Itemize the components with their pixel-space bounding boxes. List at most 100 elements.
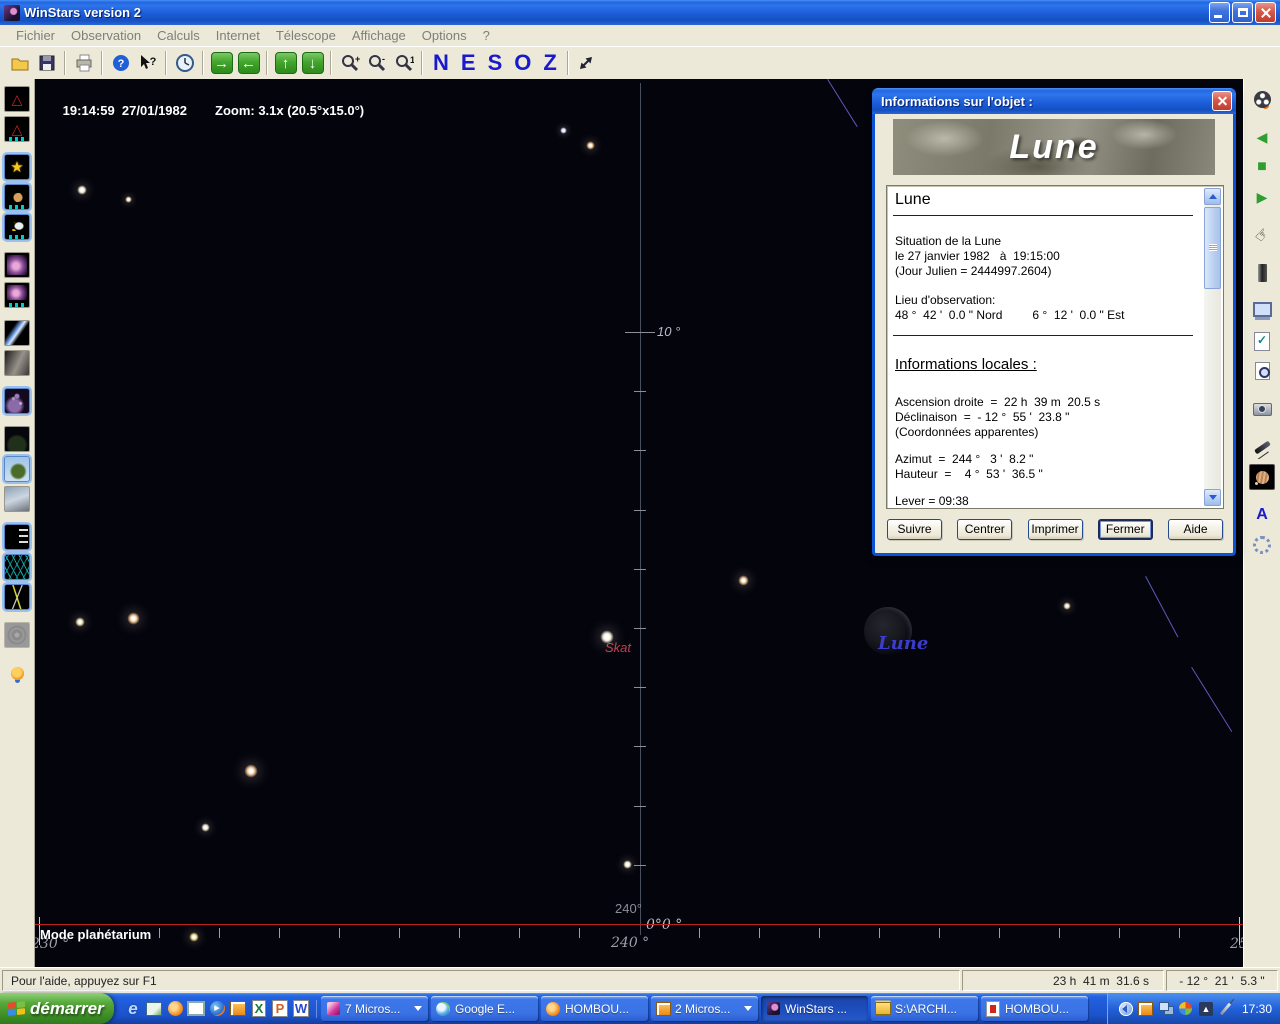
zoom-out-icon[interactable]: - — [363, 50, 390, 77]
scroll-up-icon[interactable] — [1204, 188, 1221, 205]
ecliptic-line-icon[interactable] — [4, 584, 30, 610]
scroll-thumb[interactable] — [1204, 207, 1221, 289]
info-scrollbar[interactable] — [1204, 188, 1221, 506]
telescope-icon[interactable] — [1249, 434, 1275, 460]
constellation-lines-icon[interactable] — [4, 86, 30, 112]
direction-n-button[interactable]: N — [427, 50, 455, 76]
pan-diagonal-icon[interactable] — [573, 50, 600, 77]
tips-icon[interactable] — [4, 660, 30, 686]
satellites-icon[interactable] — [4, 214, 30, 240]
menu-item-5[interactable]: Affichage — [344, 28, 414, 43]
messenger-tray-icon[interactable] — [1178, 1001, 1194, 1017]
menu-item-4[interactable]: Télescope — [268, 28, 344, 43]
planets-icon[interactable] — [4, 184, 30, 210]
settings-icon[interactable] — [1249, 532, 1275, 558]
taskbar-button[interactable]: HOMBOU... — [541, 996, 648, 1021]
taskbar-button[interactable]: S:\ARCHI... — [871, 996, 978, 1021]
menu-item-1[interactable]: Observation — [63, 28, 149, 43]
centrer-button[interactable]: Centrer — [957, 519, 1012, 540]
outlook-icon[interactable] — [229, 1000, 247, 1018]
clock-icon[interactable] — [171, 50, 198, 77]
direction-z-button[interactable]: Z — [537, 50, 562, 76]
save-icon[interactable] — [33, 50, 60, 77]
stop-icon[interactable] — [1249, 154, 1275, 180]
firefox-icon[interactable] — [166, 1000, 184, 1018]
stylus-tray-icon[interactable] — [1218, 1001, 1234, 1017]
pointer-icon[interactable] — [1249, 222, 1275, 248]
restore-button[interactable] — [1232, 2, 1253, 23]
jupiter-icon[interactable] — [1249, 464, 1275, 490]
wmp-icon[interactable] — [208, 1000, 226, 1018]
play-icon[interactable] — [1249, 184, 1275, 210]
animation-icon[interactable] — [1249, 86, 1275, 112]
close-button[interactable] — [1255, 2, 1276, 23]
pan-down-icon[interactable]: ↓ — [299, 50, 326, 77]
menu-item-6[interactable]: Options — [414, 28, 475, 43]
chevron-tray-icon[interactable] — [1118, 1001, 1134, 1017]
tower-icon[interactable] — [1249, 260, 1275, 286]
fermer-button[interactable]: Fermer — [1098, 519, 1153, 540]
zoom-in-icon[interactable]: + — [336, 50, 363, 77]
ie-icon[interactable] — [124, 1000, 142, 1018]
group-caret-icon — [744, 1006, 752, 1011]
camera-icon[interactable] — [1249, 396, 1275, 422]
text-a-icon[interactable] — [1249, 502, 1275, 528]
computer-icon[interactable] — [1249, 298, 1275, 324]
network-tray-icon[interactable] — [1158, 1001, 1174, 1017]
landscape-night-icon[interactable] — [4, 426, 30, 452]
info-close-icon[interactable] — [1212, 91, 1232, 111]
altitude-scale-icon[interactable] — [4, 524, 30, 550]
pan-up-icon[interactable]: ↑ — [272, 50, 299, 77]
word-icon[interactable] — [292, 1000, 310, 1018]
taskbar-button[interactable]: 2 Micros... — [651, 996, 758, 1021]
atmosphere-icon[interactable] — [4, 486, 30, 512]
open-icon[interactable] — [6, 50, 33, 77]
suivre-button[interactable]: Suivre — [887, 519, 942, 540]
menu-item-3[interactable]: Internet — [208, 28, 268, 43]
title-bar[interactable]: WinStars version 2 — [0, 0, 1280, 25]
imprimer-button[interactable]: Imprimer — [1028, 519, 1083, 540]
outlook-tray-icon[interactable] — [1138, 1001, 1154, 1017]
search-doc-icon[interactable] — [1249, 358, 1275, 384]
checklist-icon[interactable] — [1249, 328, 1275, 354]
equatorial-grid-icon[interactable] — [4, 554, 30, 580]
excel-icon[interactable] — [250, 1000, 268, 1018]
toolbar-separator — [165, 51, 167, 75]
taskbar-button[interactable]: Google E... — [431, 996, 538, 1021]
start-button[interactable]: démarrer — [0, 993, 114, 1024]
menu-item-0[interactable]: Fichier — [8, 28, 63, 43]
window-icon[interactable] — [187, 1000, 205, 1018]
nebulae-labels-icon[interactable] — [4, 282, 30, 308]
menu-item-7[interactable]: ? — [475, 28, 498, 43]
milky-way-icon[interactable] — [4, 388, 30, 414]
antivirus-tray-icon[interactable] — [1198, 1001, 1214, 1017]
minimize-button[interactable] — [1209, 2, 1230, 23]
landscape-day-icon[interactable] — [4, 456, 30, 482]
taskbar-button[interactable]: WinStars ... — [761, 996, 868, 1021]
info-content[interactable]: Lune Situation de la Lune le 27 janvier … — [886, 185, 1224, 509]
info-panel-titlebar[interactable]: Informations sur l'objet : — [872, 88, 1236, 114]
print-icon[interactable] — [70, 50, 97, 77]
help-icon[interactable]: ? — [107, 50, 134, 77]
constellation-labels-icon[interactable] — [4, 116, 30, 142]
radio-sources-icon[interactable] — [4, 622, 30, 648]
direction-e-button[interactable]: E — [455, 50, 482, 76]
taskbar-button[interactable]: 7 Micros... — [321, 996, 428, 1021]
nebulae-icon[interactable] — [4, 252, 30, 278]
step-back-icon[interactable] — [1249, 124, 1275, 150]
pan-left-icon[interactable]: ← — [235, 50, 262, 77]
comets-icon[interactable] — [4, 320, 30, 346]
show-desktop-icon[interactable] — [145, 1000, 163, 1018]
stars-icon[interactable] — [4, 154, 30, 180]
powerpoint-icon[interactable] — [271, 1000, 289, 1018]
meteors-icon[interactable] — [4, 350, 30, 376]
context-help-icon[interactable]: ? — [134, 50, 161, 77]
taskbar-button[interactable]: HOMBOU... — [981, 996, 1088, 1021]
zoom-reset-icon[interactable]: 1 — [390, 50, 417, 77]
pan-right-icon[interactable]: → — [208, 50, 235, 77]
direction-s-button[interactable]: S — [482, 50, 509, 76]
scroll-down-icon[interactable] — [1204, 489, 1221, 506]
aide-button[interactable]: Aide — [1168, 519, 1223, 540]
direction-o-button[interactable]: O — [508, 50, 537, 76]
menu-item-2[interactable]: Calculs — [149, 28, 208, 43]
